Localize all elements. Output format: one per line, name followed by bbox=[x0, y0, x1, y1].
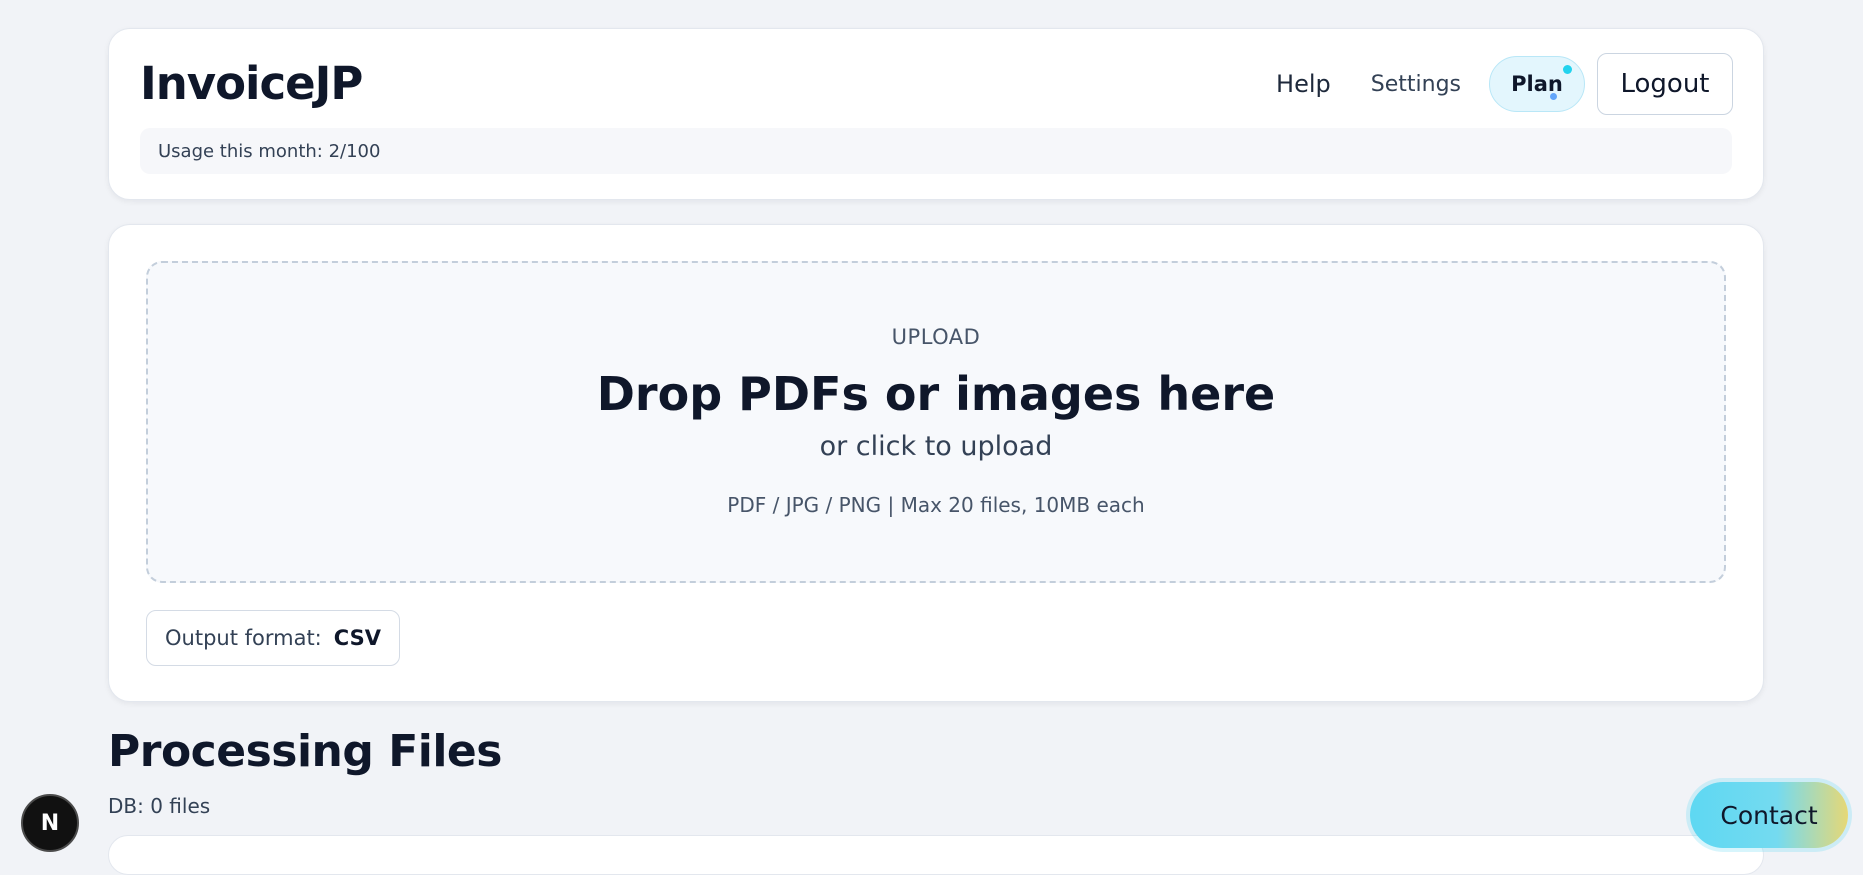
upload-card: UPLOAD Drop PDFs or images here or click… bbox=[108, 224, 1764, 702]
processing-files-heading: Processing Files bbox=[108, 726, 502, 777]
upload-eyebrow: UPLOAD bbox=[891, 325, 981, 349]
output-format-value: CSV bbox=[333, 626, 381, 650]
plan-accent-dot bbox=[1550, 93, 1557, 100]
plan-notification-dot bbox=[1563, 65, 1572, 74]
file-dropzone[interactable]: UPLOAD Drop PDFs or images here or click… bbox=[146, 261, 1726, 583]
top-nav: Help Settings Plan Logout bbox=[1276, 53, 1733, 115]
output-format-selector[interactable]: Output format: CSV bbox=[146, 610, 400, 666]
header-card: InvoiceJP Help Settings Plan Logout Usag… bbox=[108, 28, 1764, 200]
settings-link[interactable]: Settings bbox=[1371, 72, 1461, 97]
output-format-label: Output format: bbox=[165, 626, 322, 650]
usage-indicator: Usage this month: 2/100 bbox=[140, 128, 1732, 174]
dropzone-title: Drop PDFs or images here bbox=[596, 367, 1276, 421]
dropzone-file-limits: PDF / JPG / PNG | Max 20 files, 10MB eac… bbox=[727, 493, 1145, 517]
db-file-count: DB: 0 files bbox=[108, 794, 211, 818]
brand-logo[interactable]: InvoiceJP bbox=[140, 57, 363, 110]
contact-button[interactable]: Contact bbox=[1690, 782, 1848, 848]
nextjs-dev-badge[interactable]: N bbox=[21, 794, 79, 852]
dropzone-subtitle: or click to upload bbox=[819, 431, 1053, 462]
plan-button[interactable]: Plan bbox=[1489, 56, 1585, 112]
processing-list-card bbox=[108, 835, 1764, 875]
logout-button[interactable]: Logout bbox=[1597, 53, 1733, 115]
help-link[interactable]: Help bbox=[1276, 70, 1331, 98]
